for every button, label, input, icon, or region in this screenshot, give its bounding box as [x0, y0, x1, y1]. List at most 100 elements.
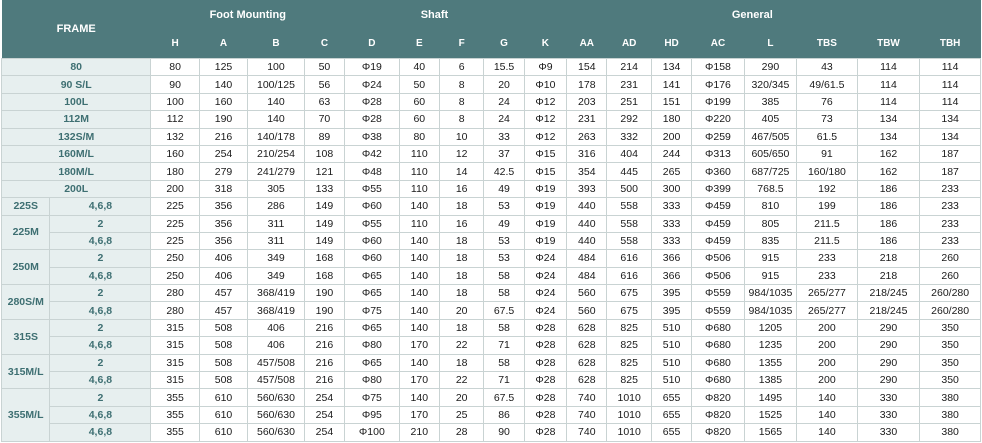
table-cell: 180: [650, 110, 693, 129]
table-cell: 260/280: [919, 301, 981, 320]
table-cell: 216: [198, 127, 249, 146]
table-cell: 170: [398, 405, 440, 425]
table-cell: 90: [483, 423, 525, 442]
table-cell: 218: [856, 266, 921, 286]
table-cell: 70: [303, 110, 346, 129]
table-cell: 22: [438, 336, 485, 355]
table-cell: Φ65: [344, 353, 400, 373]
table-cell: 168: [303, 266, 346, 286]
table-cell: Φ75: [344, 301, 400, 320]
pole-label: 4,6,8: [49, 266, 152, 286]
table-cell: 18: [438, 353, 485, 373]
table-cell: Φ65: [344, 318, 400, 338]
table-cell: 114: [856, 57, 921, 77]
table-row: 4,6,8 250 406 349 168 Φ65 140 18 58 Φ24 484 616 366 Φ…: [2, 266, 981, 286]
table-cell: Φ24: [523, 284, 568, 303]
table-cell: 687/725: [743, 162, 798, 181]
table-cell: 254: [303, 405, 346, 425]
table-cell: 1525: [743, 405, 798, 425]
table-cell: 114: [919, 57, 981, 77]
table-cell: 200: [796, 353, 858, 373]
table-cell: 6: [438, 57, 485, 77]
table-cell: Φ24: [523, 301, 568, 320]
table-cell: 80: [150, 57, 200, 77]
table-cell: 162: [856, 162, 921, 181]
frame-label: 200L: [0, 179, 152, 199]
table-cell: 200: [650, 127, 693, 146]
table-cell: Φ559: [691, 301, 745, 320]
table-cell: 406: [198, 249, 249, 268]
frame-label: 225M: [0, 214, 51, 251]
table-cell: 366: [650, 249, 693, 268]
table-cell: 190: [198, 110, 249, 129]
table-cell: Φ19: [344, 57, 400, 77]
table-cell: Φ199: [691, 92, 745, 112]
table-cell: 187: [919, 162, 981, 181]
table-cell: 225: [150, 197, 200, 216]
table-cell: 63: [303, 92, 346, 112]
table-cell: 12: [438, 144, 485, 164]
table-cell: 8: [438, 110, 485, 129]
table-row: 280S/M 2 280 457 368/419 190 Φ65 140 18 58 Φ24 560 6…: [0, 284, 981, 320]
table-cell: 265: [650, 162, 693, 181]
table-cell: 290: [743, 57, 798, 77]
table-row: 132S/M 132 216 140/178 89 Φ38 80 10 33 Φ12 263 332 2…: [0, 127, 981, 146]
pole-label: 4,6,8: [49, 336, 152, 355]
table-cell: 810: [743, 197, 798, 216]
pole-label: 2: [49, 284, 152, 303]
table-row: 315M/L 2 315 508 457/508 216 Φ65 140 18 58 Φ28 628 8…: [0, 353, 981, 390]
table-cell: Φ28: [523, 318, 568, 338]
table-cell: 915: [743, 266, 798, 286]
table-cell: Φ559: [691, 284, 745, 303]
frame-label: 315M/L: [0, 353, 51, 390]
table-cell: 1010: [606, 423, 652, 442]
table-cell: 254: [303, 388, 346, 407]
table-cell: 186: [856, 231, 921, 251]
table-cell: 445: [606, 162, 652, 181]
table-cell: 440: [566, 214, 608, 233]
table-row: 4,6,8 355 610 560/630 254 Φ95 170 25 86 Φ28 740 101…: [2, 405, 981, 425]
table-cell: 675: [606, 284, 652, 303]
table-cell: 211.5: [796, 214, 858, 233]
table-cell: 605/650: [743, 144, 798, 164]
table-cell: 18: [438, 284, 485, 303]
table-cell: 58: [483, 266, 525, 286]
table-cell: 49/61.5: [796, 75, 858, 94]
table-cell: 356: [198, 231, 249, 251]
table-cell: 675: [606, 301, 652, 320]
table-cell: 168: [303, 249, 346, 268]
table-cell: 160: [198, 92, 249, 112]
table-cell: 290: [856, 336, 921, 355]
table-cell: 457/508: [247, 353, 305, 373]
table-cell: 355: [150, 423, 200, 442]
table-cell: 254: [303, 423, 346, 442]
table-cell: 121: [303, 162, 346, 181]
table-row: 4,6,8 355 610 560/630 254 Φ100 210 28 90 Φ28 740 10…: [2, 423, 981, 442]
column-header: TBH: [919, 29, 981, 59]
table-cell: 15.5: [483, 57, 525, 77]
table-cell: 984/1035: [743, 284, 798, 303]
table-cell: 457: [198, 284, 249, 303]
table-cell: Φ28: [523, 336, 568, 355]
table-cell: 140: [796, 388, 858, 407]
table-cell: 140: [398, 249, 440, 268]
table-cell: Φ220: [691, 110, 745, 129]
pole-label: 4,6,8: [49, 231, 152, 251]
table-cell: 1355: [743, 353, 798, 373]
group-foot-mounting: Foot Mounting: [150, 0, 345, 29]
table-cell: 18: [438, 249, 485, 268]
table-cell: 825: [606, 318, 652, 338]
table-cell: Φ820: [691, 423, 745, 442]
table-cell: 200: [796, 318, 858, 338]
table-cell: 510: [650, 318, 693, 338]
table-row: 80 80 125 100 50 Φ19 40 6 15.5 Φ9 154 214 134 Φ158 290…: [0, 57, 981, 77]
table-cell: 199: [796, 197, 858, 216]
table-cell: Φ399: [691, 179, 745, 199]
table-cell: 140: [398, 266, 440, 286]
table-cell: 8: [438, 75, 485, 94]
table-row: 4,6,8 225 356 311 149 Φ60 140 18 53 Φ19 440 558 333 Φ…: [2, 231, 981, 251]
table-cell: 160/180: [796, 162, 858, 181]
table-cell: 16: [438, 214, 485, 233]
table-cell: 134: [650, 57, 693, 77]
table-cell: 90: [150, 75, 200, 94]
